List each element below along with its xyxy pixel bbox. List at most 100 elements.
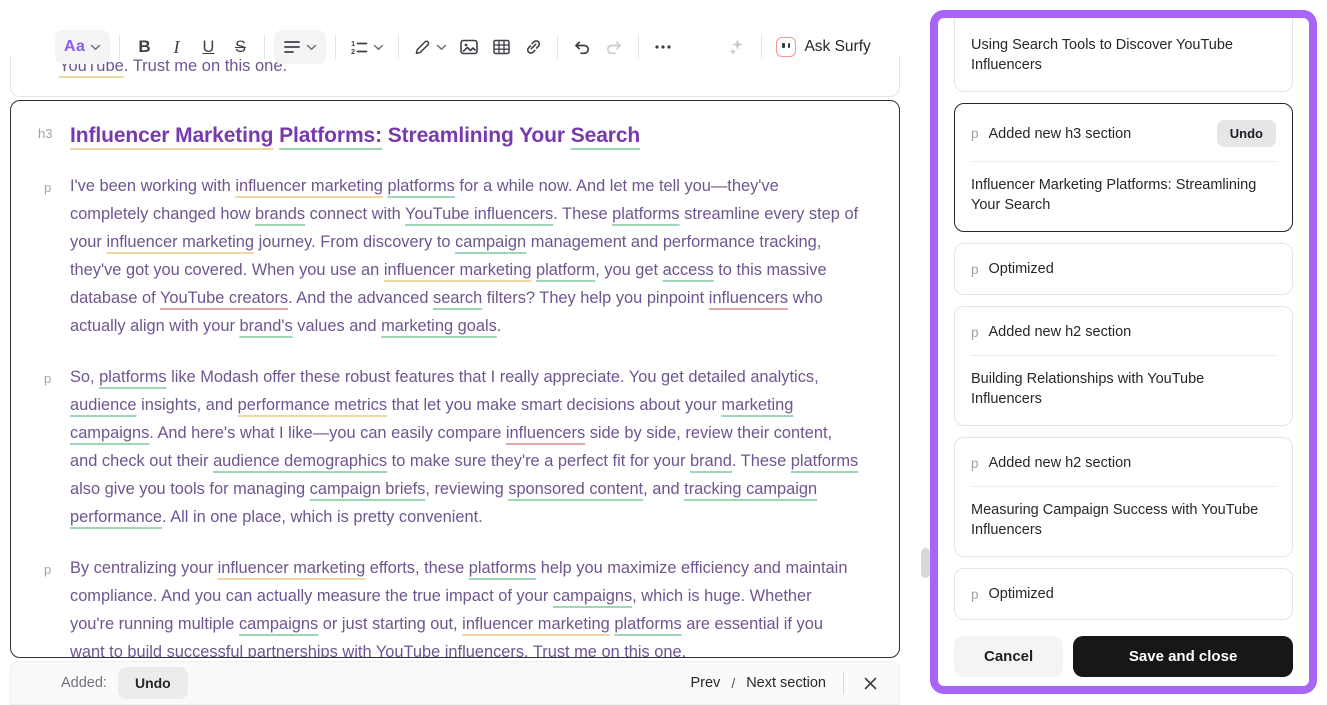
list-button[interactable]: 12 xyxy=(345,30,389,64)
paragraph-block[interactable]: pBy centralizing your influencer marketi… xyxy=(70,554,859,658)
marked-term: audience demographics xyxy=(213,452,387,470)
ask-surfy-label: Ask Surfy xyxy=(804,38,870,56)
change-action-label: Optimized xyxy=(989,261,1054,277)
close-review-button[interactable] xyxy=(860,673,881,694)
prev-section-button[interactable]: Prev xyxy=(689,673,721,693)
change-card[interactable]: pAdded new h3 sectionUndo Influencer Mark… xyxy=(954,103,1293,232)
text-segment: filters? They help you pinpoint xyxy=(482,289,709,307)
marked-term: search xyxy=(433,289,482,307)
section-paragraphs: pI've been working with influencer marke… xyxy=(70,172,859,658)
svg-text:2: 2 xyxy=(351,47,355,55)
align-left-icon xyxy=(283,39,301,55)
toolbar-divider xyxy=(335,35,336,59)
toolbar-divider xyxy=(398,35,399,59)
text-segment: insights, and xyxy=(137,396,238,414)
marked-term: YouTube influencers xyxy=(376,643,524,658)
paragraph-block[interactable]: pI've been working with influencer marke… xyxy=(70,172,859,340)
insert-link-button[interactable] xyxy=(518,30,548,64)
undo-icon xyxy=(572,38,592,56)
panel-resize-handle[interactable] xyxy=(921,548,930,578)
formatting-toolbar: Aa B I U S 12 xyxy=(55,28,876,66)
text-segment: journey. From discovery to xyxy=(254,233,455,251)
sparkles-icon xyxy=(727,37,747,57)
change-card[interactable]: pOptimized xyxy=(954,568,1293,620)
change-card[interactable]: Using Search Tools to Discover YouTube I… xyxy=(954,10,1293,92)
change-title: Measuring Campaign Success with YouTube … xyxy=(971,500,1276,540)
marked-term: brands xyxy=(255,205,305,223)
change-tag-label: p xyxy=(971,456,979,471)
active-section-card[interactable]: h3 Influencer Marketing Platforms: Strea… xyxy=(10,100,900,658)
marked-term: campaigns xyxy=(553,587,632,605)
undo-button[interactable] xyxy=(567,30,597,64)
strikethrough-button[interactable]: S xyxy=(225,30,255,64)
marked-term: YouTube influencers xyxy=(405,205,553,223)
section-review-bar: Added: Undo Prev / Next section xyxy=(10,661,900,705)
insert-table-button[interactable] xyxy=(486,30,516,64)
marked-term: influencer marketing xyxy=(235,177,383,195)
next-section-button[interactable]: Next section xyxy=(745,673,827,693)
undo-change-button[interactable]: Undo xyxy=(1217,120,1276,147)
highlight-pen-button[interactable] xyxy=(408,30,452,64)
undo-section-button[interactable]: Undo xyxy=(118,667,188,699)
text-segment: So, xyxy=(70,368,99,386)
text-segment: efforts, these xyxy=(365,559,469,577)
chevron-down-icon xyxy=(436,44,447,51)
marked-term: performance metrics xyxy=(238,396,387,414)
redo-button[interactable] xyxy=(599,30,629,64)
marked-term: brand's xyxy=(239,317,292,335)
alignment-button[interactable] xyxy=(274,30,326,64)
marked-term: sponsored content xyxy=(508,480,643,498)
chevron-down-icon xyxy=(306,44,317,51)
insert-image-button[interactable] xyxy=(454,30,484,64)
text-segment: . These xyxy=(732,452,791,470)
change-tag-label: p xyxy=(971,325,979,340)
redo-icon xyxy=(604,38,624,56)
change-card[interactable]: p Optimized xyxy=(954,243,1293,295)
marked-term: influencer marketing xyxy=(106,233,254,251)
change-tag-label: p xyxy=(971,126,979,141)
text-segment: values and xyxy=(293,317,381,335)
text-style-label: Aa xyxy=(64,38,85,56)
change-card-header: p Added new h2 section xyxy=(971,323,1276,341)
chevron-down-icon xyxy=(90,44,101,51)
marked-term: platforms xyxy=(469,559,536,577)
text-style-button[interactable]: Aa xyxy=(55,30,110,64)
marked-term: influencers xyxy=(506,424,585,442)
text-segment: to make sure they're a perfect fit for y… xyxy=(387,452,690,470)
marked-term: access xyxy=(663,261,714,279)
marked-term: influencer marketing xyxy=(218,559,366,577)
change-card-header: pAdded new h3 sectionUndo xyxy=(971,120,1276,147)
change-card[interactable]: p Added new h2 section Building Relationsh… xyxy=(954,306,1293,426)
change-card[interactable]: pAdded new h2 sectionMeasuring Campaign … xyxy=(954,437,1293,557)
paragraph-block[interactable]: pSo, platforms like Modash offer these r… xyxy=(70,363,859,531)
underline-button[interactable]: U xyxy=(193,30,223,64)
toolbar-divider xyxy=(557,35,558,59)
marked-term: Platforms: xyxy=(279,124,382,147)
cancel-button[interactable]: Cancel xyxy=(954,636,1063,677)
change-card-header: pOptimized xyxy=(971,585,1276,603)
text-segment: . Trust me on this one. xyxy=(524,643,686,658)
bold-button[interactable]: B xyxy=(129,30,159,64)
italic-button[interactable]: I xyxy=(161,30,191,64)
card-divider xyxy=(971,161,1276,162)
added-label: Added: xyxy=(61,675,107,691)
text-segment: , reviewing xyxy=(425,480,508,498)
change-action-label: Optimized xyxy=(989,586,1054,602)
table-icon xyxy=(492,38,511,56)
marked-term: brand xyxy=(690,452,732,470)
text-segment: , and xyxy=(643,480,684,498)
change-tag-label: p xyxy=(971,262,979,277)
change-action-label: Added new h2 section xyxy=(989,324,1132,340)
changes-panel: Using Search Tools to Discover YouTube I… xyxy=(930,10,1317,694)
close-icon xyxy=(864,677,877,690)
marked-term: influencer marketing xyxy=(384,261,532,279)
save-and-close-button[interactable]: Save and close xyxy=(1073,636,1293,677)
chevron-down-icon xyxy=(373,44,384,51)
section-heading[interactable]: Influencer Marketing Platforms: Streamli… xyxy=(70,122,859,149)
change-title: Influencer Marketing Platforms: Streamli… xyxy=(971,175,1276,215)
more-options-button[interactable] xyxy=(648,30,678,64)
ai-sparkles-button[interactable] xyxy=(722,30,752,64)
change-title: Building Relationships with YouTube Infl… xyxy=(971,369,1276,409)
ask-surfy-button[interactable]: Ask Surfy xyxy=(771,30,875,64)
marked-term: campaigns xyxy=(239,615,318,633)
